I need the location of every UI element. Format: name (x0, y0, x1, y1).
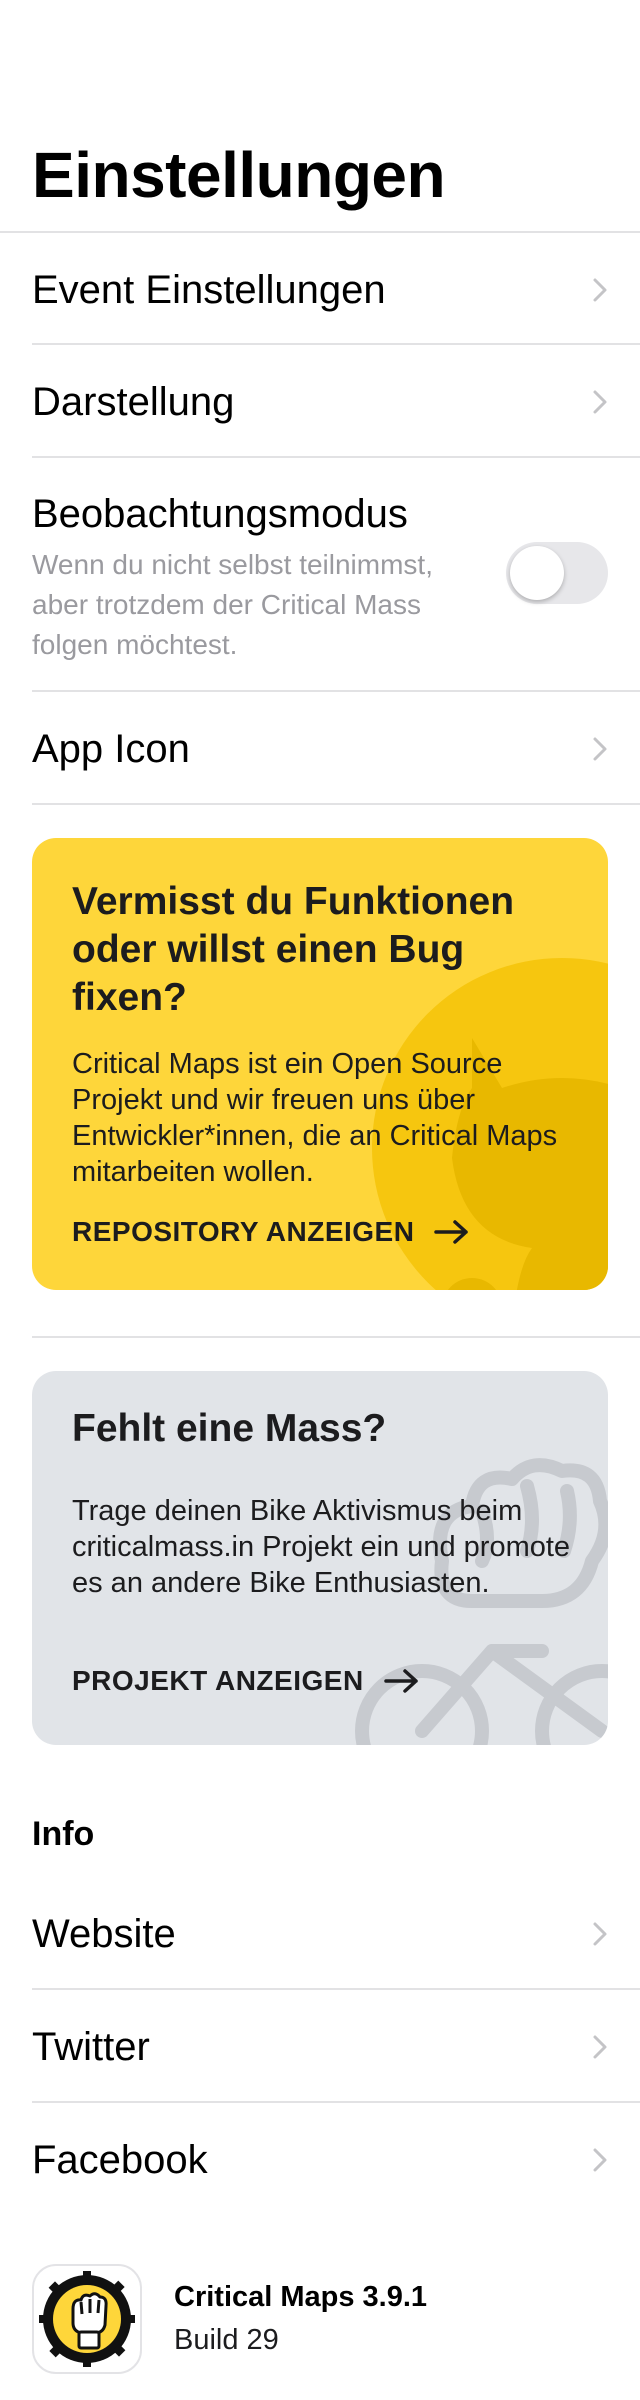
twitter-row[interactable]: Twitter (32, 2007, 608, 2087)
facebook-row[interactable]: Facebook (32, 2120, 608, 2200)
event-settings-row[interactable]: Event Einstellungen (32, 250, 608, 330)
app-build-number: Build 29 (174, 2324, 279, 2356)
app-icon (32, 2264, 142, 2374)
header-divider (0, 231, 640, 233)
page-title: Einstellungen (32, 139, 446, 211)
contribute-card: Vermisst du Funktionen oder willst einen… (32, 838, 608, 1290)
row-divider (32, 456, 640, 458)
chevron-right-icon (592, 2034, 608, 2060)
observation-mode-title: Beobachtungsmodus (32, 492, 408, 536)
missing-mass-card-text: Trage deinen Bike Aktivismus beim critic… (72, 1495, 571, 1599)
chevron-right-icon (592, 1921, 608, 1947)
chevron-right-icon (592, 389, 608, 415)
project-link[interactable]: PROJEKT ANZEIGEN (72, 1665, 420, 1697)
info-section-header: Info (32, 1815, 95, 1853)
arrow-right-icon (383, 1669, 418, 1693)
chevron-right-icon (592, 2147, 608, 2173)
row-divider (32, 2101, 640, 2103)
facebook-label: Facebook (32, 2137, 208, 2182)
app-info-footer: Critical Maps 3.9.1 Build 29 (32, 2264, 427, 2374)
observation-mode-row: Beobachtungsmodus Wenn du nicht selbst t… (32, 492, 608, 665)
row-divider (32, 803, 640, 805)
website-row[interactable]: Website (32, 1894, 608, 1974)
missing-mass-card-title: Fehlt eine Mass? (72, 1407, 387, 1450)
website-label: Website (32, 1911, 176, 1956)
app-icon-label: App Icon (32, 726, 190, 771)
row-divider (32, 343, 640, 345)
twitter-label: Twitter (32, 2024, 150, 2069)
critical-maps-fist-icon (39, 2271, 135, 2367)
missing-mass-card: Fehlt eine Mass? Trage deinen Bike Aktiv… (32, 1371, 608, 1745)
app-icon-row[interactable]: App Icon (32, 709, 608, 789)
row-divider (32, 690, 640, 692)
arrow-right-icon (434, 1220, 469, 1244)
appearance-row[interactable]: Darstellung (32, 362, 608, 442)
chevron-right-icon (592, 736, 608, 762)
observation-mode-toggle[interactable] (506, 542, 608, 604)
section-divider (32, 1336, 640, 1338)
observation-mode-description: Wenn du nicht selbst teilnimmst, aber tr… (32, 549, 433, 660)
contribute-card-title: Vermisst du Funktionen oder willst einen… (72, 880, 515, 1019)
appearance-label: Darstellung (32, 379, 235, 424)
contribute-card-text: Critical Maps ist ein Open Source Projek… (72, 1048, 558, 1188)
repository-link[interactable]: REPOSITORY ANZEIGEN (72, 1216, 470, 1248)
event-settings-label: Event Einstellungen (32, 267, 386, 312)
app-name-version: Critical Maps 3.9.1 (174, 2281, 428, 2313)
chevron-right-icon (592, 277, 608, 303)
repository-link-label: REPOSITORY ANZEIGEN (72, 1216, 415, 1247)
project-link-label: PROJEKT ANZEIGEN (72, 1665, 364, 1696)
row-divider (32, 1988, 640, 1990)
toggle-knob (510, 546, 564, 600)
